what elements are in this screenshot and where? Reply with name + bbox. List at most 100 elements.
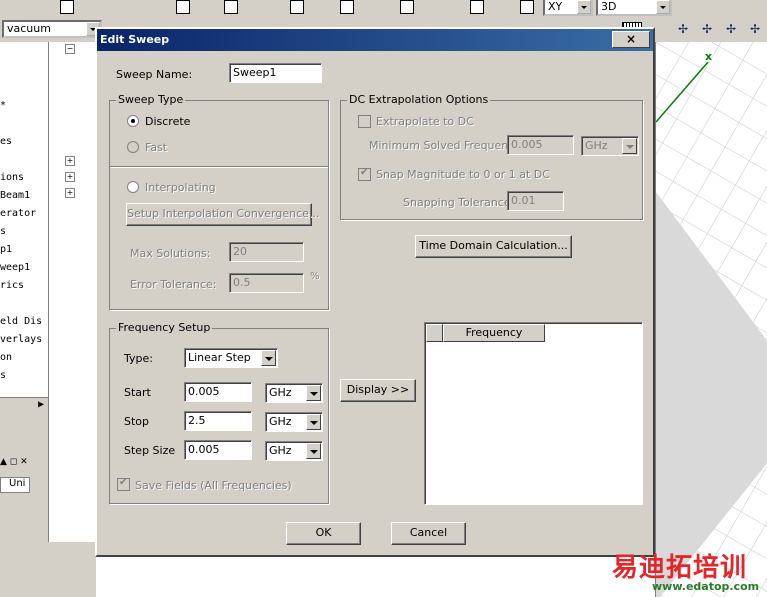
interpolating-label[interactable]: Interpolating	[145, 181, 216, 194]
watermark-url: www.edatop.com	[652, 580, 760, 593]
stop-input[interactable]: 2.5	[184, 411, 252, 431]
toolbar-icon[interactable]	[224, 0, 238, 14]
plane-combo[interactable]: XY	[543, 0, 593, 16]
frequency-column-header[interactable]: Frequency	[443, 324, 545, 342]
properties-panel: ▲ ◻ ✕ Uni	[0, 455, 48, 515]
extrapolate-dc-checkbox[interactable]	[358, 115, 371, 128]
start-unit-select[interactable]: GHz	[265, 383, 323, 403]
chevron-down-icon	[656, 0, 670, 14]
max-solutions-label: Max Solutions:	[130, 247, 211, 260]
chevron-down-icon	[306, 385, 321, 401]
sweep-type-group: Sweep Type Discrete Fast Interpolating S…	[109, 93, 329, 310]
tree-item[interactable]: Beam1	[0, 190, 30, 201]
close-icon: ×	[625, 32, 637, 46]
chevron-down-icon	[261, 350, 276, 366]
tree-item[interactable]: eld Dis	[0, 316, 42, 327]
min-frequency-unit-select[interactable]: GHz	[581, 136, 639, 156]
frequency-setup-group: Frequency Setup Type: Linear Step Start …	[109, 321, 329, 504]
viewport-canvas	[656, 42, 767, 597]
panel-controls[interactable]: ▲ ◻ ✕	[0, 457, 48, 469]
chevron-down-icon	[577, 0, 591, 14]
toolbar-icon[interactable]	[60, 0, 74, 14]
tree-item[interactable]: verlays	[0, 334, 42, 345]
3d-viewport[interactable]: x	[655, 42, 767, 597]
expand-icon[interactable]: +	[65, 188, 75, 198]
step-size-unit-select[interactable]: GHz	[265, 441, 323, 461]
tree-item[interactable]: s	[0, 370, 6, 381]
discrete-label[interactable]: Discrete	[145, 115, 190, 128]
frequency-setup-title: Frequency Setup	[116, 321, 213, 334]
view-combo[interactable]: 3D	[596, 0, 672, 16]
material-combo[interactable]: vacuum	[2, 20, 102, 38]
tree-gutter: − + + +	[48, 42, 97, 542]
snap-magnitude-checkbox[interactable]	[358, 167, 371, 181]
axis-x-label: x	[705, 50, 713, 63]
snap-magnitude-label[interactable]: Snap Magnitude to 0 or 1 at DC	[376, 168, 550, 181]
axis-tool-icon[interactable]: ✢	[702, 22, 712, 36]
close-button[interactable]: ×	[612, 31, 650, 48]
tree-item[interactable]: weep1	[0, 262, 30, 273]
time-domain-calculation-button[interactable]: Time Domain Calculation...	[415, 235, 572, 258]
extrapolate-dc-label[interactable]: Extrapolate to DC	[376, 115, 474, 128]
edit-sweep-dialog: Edit Sweep × Sweep Name: Sweep1 Sweep Ty…	[95, 27, 655, 557]
axis-tool-icon[interactable]: ✢	[726, 22, 736, 36]
step-size-input[interactable]: 0.005	[184, 440, 252, 460]
sweep-type-select[interactable]: Linear Step	[184, 348, 278, 368]
tree-item[interactable]: p1	[0, 244, 12, 255]
dialog-titlebar[interactable]: Edit Sweep ×	[97, 29, 653, 51]
project-tree[interactable]: * es ions Beam1 erator s p1 weep1 rics e…	[0, 42, 49, 414]
sweep-name-label: Sweep Name:	[116, 68, 193, 81]
snapping-tolerance-input[interactable]: 0.01	[507, 191, 564, 211]
setup-interpolation-button[interactable]: Setup Interpolation Convergence...	[126, 203, 319, 226]
fast-label[interactable]: Fast	[145, 141, 167, 154]
save-fields-label[interactable]: Save Fields (All Frequencies)	[135, 479, 292, 492]
tree-item[interactable]: erator	[0, 208, 36, 219]
min-solved-frequency-label: Minimum Solved Frequency	[369, 139, 521, 152]
toolbar-icon[interactable]	[520, 0, 534, 14]
view-combo-value: 3D	[601, 0, 617, 13]
cancel-button[interactable]: Cancel	[391, 522, 466, 545]
frequency-list[interactable]: Frequency	[424, 322, 643, 505]
toolbar-icon[interactable]	[176, 0, 190, 14]
chevron-down-icon	[306, 414, 321, 430]
chevron-right-icon[interactable]: ▶	[38, 399, 44, 410]
min-solved-frequency-input[interactable]: 0.005	[507, 135, 574, 155]
ok-button[interactable]: OK	[286, 522, 361, 545]
bottom-area	[96, 557, 655, 597]
axis-tool-icon[interactable]: ✢	[678, 22, 688, 36]
start-label: Start	[124, 386, 151, 399]
dialog-title: Edit Sweep	[100, 33, 170, 46]
discrete-radio[interactable]	[127, 115, 139, 127]
fast-radio[interactable]	[127, 141, 139, 153]
expand-icon[interactable]: +	[65, 172, 75, 182]
horizontal-scrollbar[interactable]: ▶	[0, 397, 48, 414]
expand-icon[interactable]: −	[65, 44, 75, 54]
tree-item[interactable]: on	[0, 352, 12, 363]
toolbar-icon[interactable]	[400, 0, 414, 14]
tree-item[interactable]: rics	[0, 280, 24, 291]
start-input[interactable]: 0.005	[184, 382, 252, 402]
tree-item[interactable]: ions	[0, 172, 24, 183]
display-button[interactable]: Display >>	[340, 379, 416, 402]
axis-tool-icon[interactable]: ✢	[750, 22, 760, 36]
plane-combo-value: XY	[548, 0, 563, 13]
tree-item[interactable]: es	[0, 136, 12, 147]
interpolating-radio[interactable]	[127, 181, 139, 193]
expand-icon[interactable]: +	[65, 156, 75, 166]
save-fields-checkbox[interactable]	[117, 477, 130, 491]
tree-item[interactable]: s	[0, 226, 6, 237]
dc-extrapolation-title: DC Extrapolation Options	[347, 93, 491, 106]
toolbar-icon[interactable]	[470, 0, 484, 14]
stop-unit-select[interactable]: GHz	[265, 412, 323, 432]
toolbar-icon[interactable]	[290, 0, 304, 14]
min-frequency-unit-value: GHz	[585, 139, 608, 152]
toolbar-icon[interactable]	[340, 0, 354, 14]
sweep-name-input[interactable]: Sweep1	[229, 63, 322, 83]
error-tolerance-input[interactable]: 0.5	[229, 273, 304, 293]
group-divider	[110, 166, 328, 168]
sweep-type-title: Sweep Type	[116, 93, 186, 106]
stop-label: Stop	[124, 415, 150, 428]
percent-label: %	[310, 271, 320, 282]
max-solutions-input[interactable]: 20	[229, 242, 304, 262]
tree-item[interactable]: *	[0, 100, 6, 111]
